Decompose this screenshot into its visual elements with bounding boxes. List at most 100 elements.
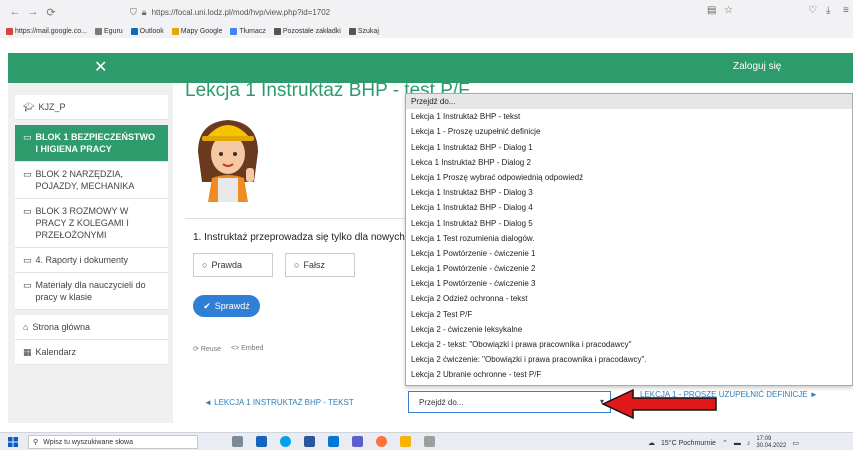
folder-icon: ▭ <box>23 169 32 179</box>
dropdown-option[interactable]: Lekcja 1 Proszę wybrać odpowiednią odpow… <box>406 170 852 185</box>
close-drawer-icon[interactable]: ✕ <box>94 57 107 77</box>
embed-label: Embed <box>241 345 264 352</box>
bookmark-icon <box>94 27 102 35</box>
app-icon[interactable] <box>424 436 435 447</box>
bookmark-item[interactable]: https://mail.google.co... <box>6 27 87 35</box>
graduation-cap-icon: 🎓︎ <box>23 102 35 112</box>
menu-icon[interactable]: ≡ <box>843 5 849 16</box>
network-icon[interactable]: ▬ <box>734 440 741 447</box>
bookmark-item[interactable]: Eguru <box>94 27 123 35</box>
address-bar[interactable]: ⛉ 🔒︎ https://focal.uni.lodz.pl/mod/hvp/v… <box>130 3 750 21</box>
teams-icon[interactable] <box>352 436 363 447</box>
question-text: 1. Instruktaż przeprowadza się tylko dla… <box>193 232 405 243</box>
clock-time: 17:09 <box>756 436 772 442</box>
taskbar-search[interactable]: ⚲ Wpisz tu wyszukiwane słowa <box>28 435 198 449</box>
bookmark-label: Pozostałe zakładki <box>282 27 341 35</box>
word-icon[interactable] <box>304 436 315 447</box>
back-icon[interactable]: ← <box>6 6 24 18</box>
jump-to-select[interactable]: Przejdź do... ▾ <box>408 391 611 413</box>
sidebar-item-calendar[interactable]: ▦ Kalendarz <box>15 340 168 365</box>
sidebar-item-label: Kalendarz <box>35 347 77 357</box>
reuse-link[interactable]: ⟳ Reuse <box>193 345 221 353</box>
task-view-icon[interactable] <box>232 436 243 447</box>
sidebar-item-home[interactable]: ⌂ Strona główna <box>15 315 168 340</box>
windows-taskbar: ⚲ Wpisz tu wyszukiwane słowa ☁ 15°C Poch… <box>0 432 853 450</box>
dropdown-option[interactable]: Lekcja 1 Instruktaż BHP - Dialog 4 <box>406 200 852 215</box>
section-list: ▭ BLOK 1 BEZPIECZEŃSTWO I HIGIENA PRACY ▭ B… <box>15 125 168 310</box>
bookmark-item[interactable]: Outlook <box>130 27 164 35</box>
dropdown-option[interactable]: Lekcja 2 - ćwiczenie leksykalne <box>406 322 852 337</box>
dropdown-option[interactable]: Lekcja 1 Powtórzenie - ćwiczenie 2 <box>406 261 852 276</box>
dropdown-option[interactable]: Lekcja 1 Instruktaż BHP - Dialog 1 <box>406 140 852 155</box>
clock[interactable]: 17:09 30.04.2022 <box>756 436 786 450</box>
sidebar-item-section[interactable]: ▭ BLOK 2 NARZĘDZIA, POJAZDY, MECHANIKA <box>15 162 168 199</box>
dropdown-option[interactable]: Lekcja 2 Odzież ochronna - ćwiczenie <box>406 383 852 385</box>
dropdown-option[interactable]: Lekca 1 Instruktaż BHP - Dialog 2 <box>406 155 852 170</box>
login-link[interactable]: Zaloguj się <box>733 61 781 72</box>
weather-text[interactable]: 15°C Pochmurnie <box>661 440 716 447</box>
dropdown-option[interactable]: Lekcja 2 Odzież ochronna - tekst <box>406 291 852 306</box>
screen: ← → ⟳ ⛉ 🔒︎ https://focal.uni.lodz.pl/mod… <box>0 0 853 450</box>
outlook-icon[interactable] <box>256 436 267 447</box>
sidebar-item-section[interactable]: ▭ BLOK 3 ROZMOWY W PRACY Z KOLEGAMI I PRZ… <box>15 199 168 248</box>
answer-true[interactable]: ○ Prawda <box>193 253 273 277</box>
sidebar-item-section[interactable]: ▭ 4. Raporty i dokumenty <box>15 248 168 273</box>
url-text: https://focal.uni.lodz.pl/mod/hvp/view.p… <box>151 7 331 17</box>
dropdown-option[interactable]: Lekcja 2 ćwiczenie: "Obowiązki i prawa p… <box>406 352 852 367</box>
bookmark-icon <box>130 27 138 35</box>
sidebar-item-course[interactable]: 🎓︎ KJZ_P <box>15 95 168 120</box>
radio-icon: ○ <box>294 260 300 270</box>
reuse-label: Reuse <box>200 346 222 353</box>
bookmark-item[interactable]: Pozostałe zakładki <box>273 27 341 35</box>
shield-icon: ⛉ <box>130 6 137 17</box>
taskbar-search-placeholder: Wpisz tu wyszukiwane słowa <box>43 438 134 446</box>
dropdown-option[interactable]: Lekcja 1 Powtórzenie - ćwiczenie 3 <box>406 276 852 291</box>
calendar-app-icon[interactable] <box>328 436 339 447</box>
reader-view-icon[interactable]: ▤ <box>707 5 716 16</box>
bookmark-label: Eguru <box>103 27 123 35</box>
bookmark-label: Outlook <box>139 27 164 35</box>
reload-icon[interactable]: ⟳ <box>42 6 60 19</box>
bookmark-item[interactable]: Tłumacz <box>230 27 266 35</box>
tray-chevron-icon[interactable]: ⌃ <box>722 439 728 447</box>
notifications-icon[interactable]: ▭ <box>792 439 799 447</box>
bookmark-item[interactable]: Szukaj <box>348 27 379 35</box>
skype-icon[interactable] <box>280 436 291 447</box>
weather-icon: ☁ <box>648 440 655 447</box>
dropdown-option[interactable]: Lekcja 2 Test P/F <box>406 307 852 322</box>
dropdown-option[interactable]: Lekcja 1 Instruktaż BHP - Dialog 5 <box>406 216 852 231</box>
bookmark-label: https://mail.google.co... <box>15 27 87 35</box>
download-icon[interactable]: ⤓ <box>826 5 830 16</box>
firefox-icon[interactable] <box>376 436 387 447</box>
star-icon[interactable]: ☆ <box>724 5 733 16</box>
sidebar-item-label: KJZ_P <box>38 102 66 112</box>
home-icon: ⌂ <box>23 322 29 332</box>
check-button[interactable]: ✔ Sprawdź <box>193 295 260 317</box>
dropdown-option[interactable]: Lekcja 1 Test rozumienia dialogów. <box>406 231 852 246</box>
volume-icon[interactable]: ♪ <box>747 440 751 447</box>
sidebar-item-section[interactable]: ▭ BLOK 1 BEZPIECZEŃSTWO I HIGIENA PRACY <box>15 125 168 162</box>
folder-icon: ▭ <box>23 206 32 216</box>
dropdown-option[interactable]: Lekcja 2 Ubranie ochronne - test P/F <box>406 367 852 382</box>
prev-activity-link[interactable]: ◄ LEKCJA 1 INSTRUKTAŻ BHP - TEKST <box>204 398 354 407</box>
answer-false[interactable]: ○ Fałsz <box>285 253 355 277</box>
dropdown-option[interactable]: Przejdź do... <box>406 94 852 110</box>
bookmark-icon <box>273 27 281 35</box>
dropdown-option[interactable]: Lekcja 1 - Proszę uzupełnić definicje <box>406 124 852 139</box>
bookmark-item[interactable]: Mapy Google <box>171 27 222 35</box>
jump-to-dropdown-list[interactable]: Przejdź do... Lekcja 1 Instruktaż BHP - t… <box>405 93 853 386</box>
embed-link[interactable]: <> Embed <box>231 345 263 353</box>
pocket-icon[interactable]: ♡ <box>808 5 817 16</box>
dropdown-option[interactable]: Lekcja 1 Powtórzenie - ćwiczenie 1 <box>406 246 852 261</box>
course-sidebar: 🎓︎ KJZ_P ▭ BLOK 1 BEZPIECZEŃSTWO I HIGIEN… <box>8 83 173 423</box>
dropdown-option[interactable]: Lekcja 2 - tekst: "Obowiązki i prawa pra… <box>406 337 852 352</box>
lock-icon: 🔒︎ <box>141 6 147 17</box>
dropdown-option[interactable]: Lekcja 1 Instruktaż BHP - Dialog 3 <box>406 185 852 200</box>
windows-start-icon[interactable] <box>8 437 18 447</box>
sidebar-item-label: 4. Raporty i dokumenty <box>35 255 129 265</box>
folder-icon: ▭ <box>23 132 32 142</box>
sidebar-item-section[interactable]: ▭ Materiały dla nauczycieli do pracy w kl… <box>15 273 168 310</box>
dropdown-option[interactable]: Lekcja 1 Instruktaż BHP - tekst <box>406 109 852 124</box>
file-explorer-icon[interactable] <box>400 436 411 447</box>
forward-icon[interactable]: → <box>24 6 42 18</box>
